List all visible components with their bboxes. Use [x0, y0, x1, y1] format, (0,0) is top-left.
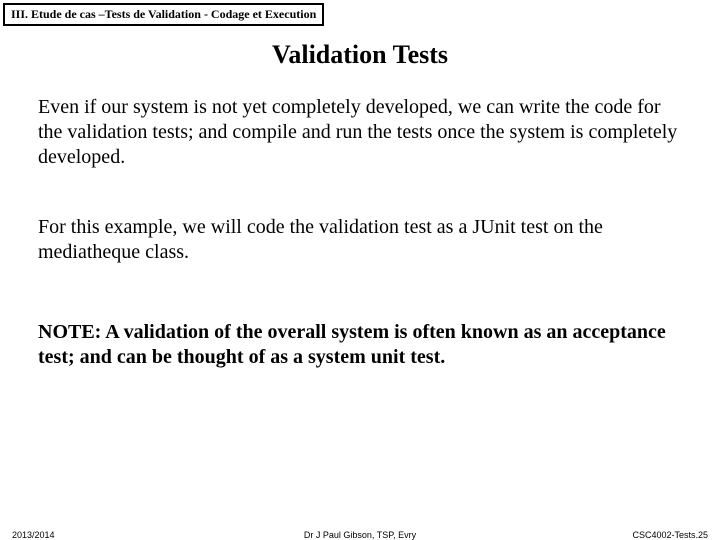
slide-title: Validation Tests [0, 40, 720, 70]
paragraph-2: For this example, we will code the valid… [38, 215, 682, 265]
section-header-box: III. Etude de cas –Tests de Validation -… [3, 3, 324, 26]
section-header-text: III. Etude de cas –Tests de Validation -… [11, 7, 316, 21]
paragraph-1: Even if our system is not yet completely… [38, 95, 682, 170]
paragraph-note: NOTE: A validation of the overall system… [38, 320, 682, 370]
footer-page: CSC4002-Tests.25 [632, 530, 708, 540]
footer-author: Dr J Paul Gibson, TSP, Evry [0, 530, 720, 540]
